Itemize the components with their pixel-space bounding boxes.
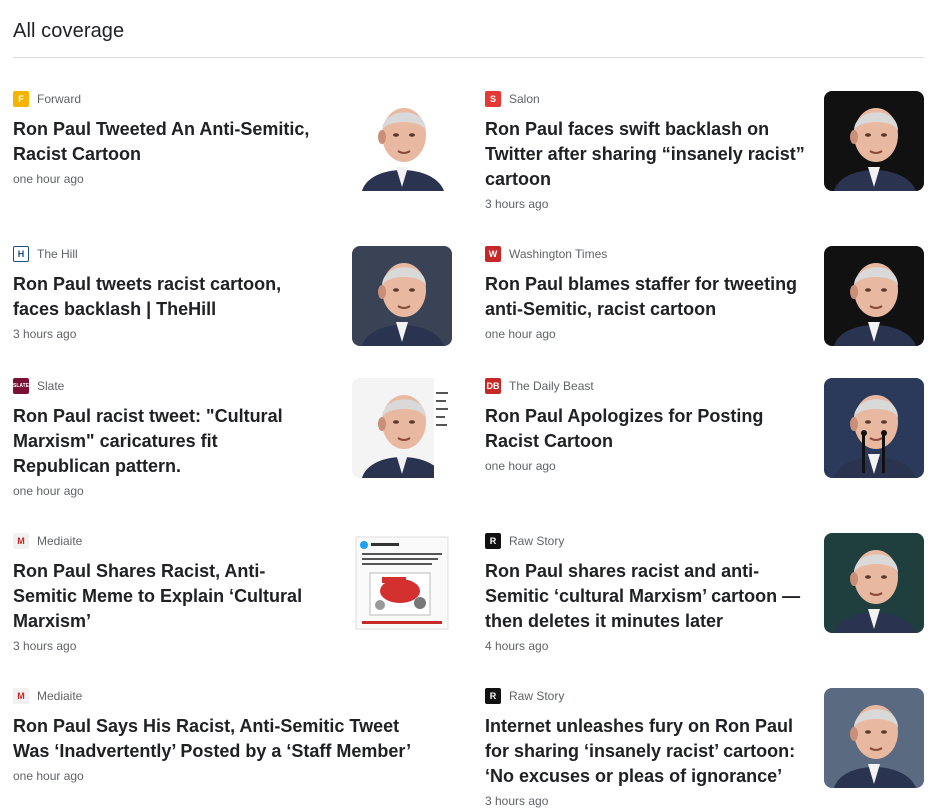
article-thumbnail[interactable] [824,91,924,191]
article-timestamp: one hour ago [485,459,556,473]
source-logo-icon: R [485,533,501,549]
article-thumbnail[interactable] [824,246,924,346]
article-headline[interactable]: Ron Paul blames staffer for tweeting ant… [485,272,805,322]
article-card[interactable]: M Mediaite Ron Paul Says His Racist, Anti-… [13,688,453,808]
source-logo-icon: S [485,91,501,107]
article-timestamp: 3 hours ago [485,794,549,808]
article-timestamp: 3 hours ago [13,327,77,341]
article-headline[interactable]: Ron Paul Apologizes for Posting Racist C… [485,404,805,454]
source-logo-icon: M [13,533,29,549]
article-headline[interactable]: Internet unleashes fury on Ron Paul for … [485,714,805,789]
article-thumbnail[interactable] [352,378,452,478]
source-name[interactable]: The Daily Beast [509,379,594,393]
article-headline[interactable]: Ron Paul shares racist and anti-Semitic … [485,559,805,634]
article-timestamp: 4 hours ago [485,639,549,653]
article-thumbnail[interactable] [824,378,924,478]
source-logo-icon: M [13,688,29,704]
article-card[interactable]: DB The Daily Beast Ron Paul Apologizes for… [485,378,925,498]
source-logo-icon: R [485,688,501,704]
article-card[interactable]: R Raw Story Internet unleashes fury on Ron… [485,688,925,808]
source-name[interactable]: Washington Times [509,247,607,261]
source-row: SLATE Slate [13,378,313,394]
source-name[interactable]: Slate [37,379,64,393]
article-card[interactable]: F Forward Ron Paul Tweeted An Anti-Semitic… [13,91,453,211]
article-headline[interactable]: Ron Paul Says His Racist, Anti-Semitic T… [13,714,423,764]
article-timestamp: 3 hours ago [485,197,549,211]
article-thumbnail[interactable] [352,246,452,346]
source-logo-icon: H [13,246,29,262]
source-name[interactable]: Forward [37,92,81,106]
article-headline[interactable]: Ron Paul Shares Racist, Anti-Semitic Mem… [13,559,313,634]
source-logo-icon: SLATE [13,378,29,394]
source-name[interactable]: Mediaite [37,534,82,548]
article-timestamp: one hour ago [485,327,556,341]
article-timestamp: one hour ago [13,484,84,498]
article-headline[interactable]: Ron Paul Tweeted An Anti-Semitic, Racist… [13,117,313,167]
article-thumbnail[interactable] [352,91,452,191]
source-row: R Raw Story [485,533,805,549]
source-row: M Mediaite [13,533,313,549]
article-timestamp: one hour ago [13,769,84,783]
article-thumbnail[interactable] [352,533,452,633]
article-card[interactable]: H The Hill Ron Paul tweets racist cartoon,… [13,246,453,366]
article-card[interactable]: R Raw Story Ron Paul shares racist and ant… [485,533,925,653]
article-card[interactable]: W Washington Times Ron Paul blames staffer… [485,246,925,366]
source-name[interactable]: Raw Story [509,534,564,548]
source-row: R Raw Story [485,688,805,704]
article-headline[interactable]: Ron Paul tweets racist cartoon, faces ba… [13,272,313,322]
article-headline[interactable]: Ron Paul faces swift backlash on Twitter… [485,117,805,192]
source-row: DB The Daily Beast [485,378,805,394]
source-row: H The Hill [13,246,313,262]
source-name[interactable]: Mediaite [37,689,82,703]
source-row: F Forward [13,91,313,107]
source-logo-icon: F [13,91,29,107]
source-row: M Mediaite [13,688,423,704]
divider [13,57,924,58]
article-timestamp: 3 hours ago [13,639,77,653]
article-card[interactable]: M Mediaite Ron Paul Shares Racist, Anti-Se… [13,533,453,653]
article-timestamp: one hour ago [13,172,84,186]
source-name[interactable]: Salon [509,92,540,106]
article-headline[interactable]: Ron Paul racist tweet: "Cultural Marxism… [13,404,313,479]
source-row: S Salon [485,91,805,107]
source-name[interactable]: Raw Story [509,689,564,703]
article-card[interactable]: S Salon Ron Paul faces swift backlash on T… [485,91,925,211]
source-logo-icon: DB [485,378,501,394]
article-thumbnail[interactable] [824,533,924,633]
article-thumbnail[interactable] [824,688,924,788]
article-card[interactable]: SLATE Slate Ron Paul racist tweet: "Cultur… [13,378,453,498]
section-title: All coverage [13,20,125,42]
source-row: W Washington Times [485,246,805,262]
source-logo-icon: W [485,246,501,262]
source-name[interactable]: The Hill [37,247,78,261]
